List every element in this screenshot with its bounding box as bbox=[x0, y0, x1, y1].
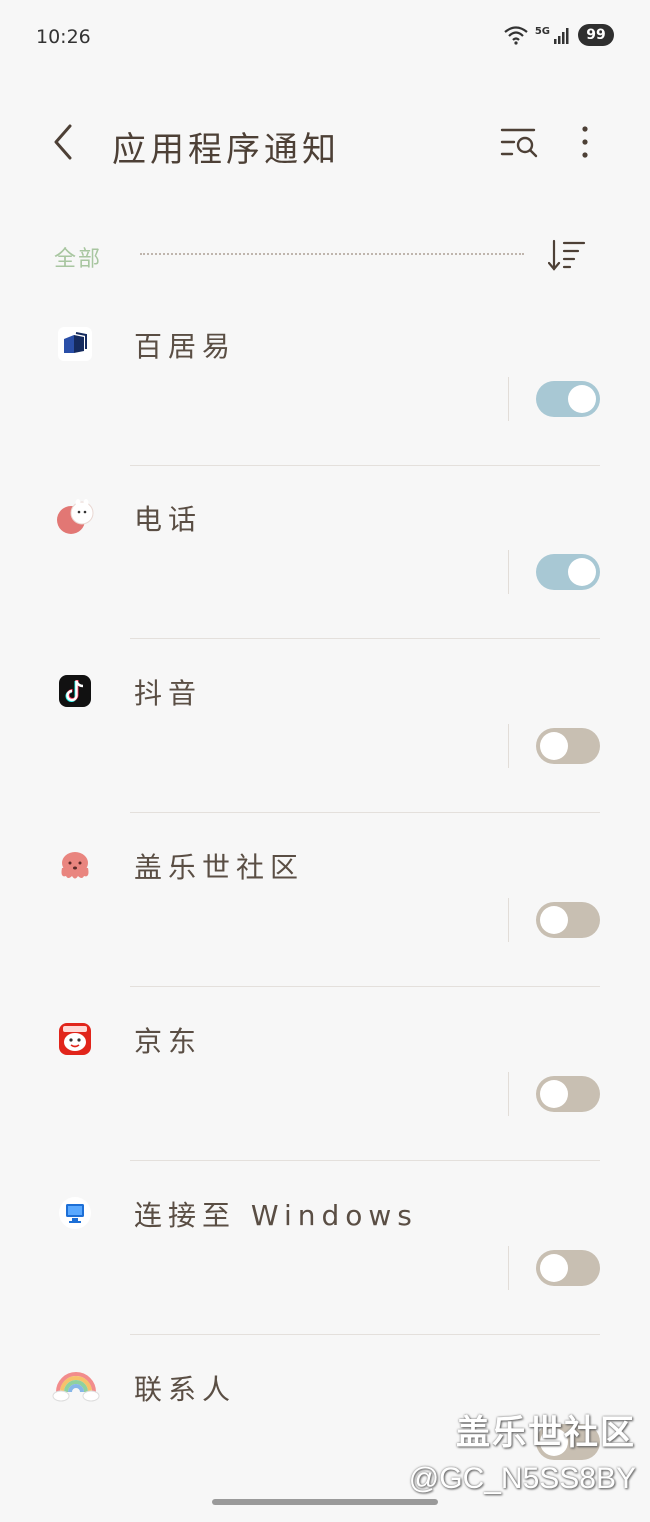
back-button[interactable] bbox=[48, 122, 78, 162]
app-name: 连接至 Windows bbox=[134, 1199, 418, 1232]
search-list-icon bbox=[500, 128, 538, 158]
row-divider bbox=[130, 638, 600, 639]
status-time: 10:26 bbox=[36, 26, 91, 48]
row-divider bbox=[130, 986, 600, 987]
sort-icon bbox=[547, 239, 586, 271]
notification-toggle[interactable] bbox=[536, 1076, 600, 1112]
app-row-jd[interactable]: 京东 bbox=[0, 1000, 650, 1174]
notification-toggle[interactable] bbox=[536, 1250, 600, 1286]
contacts-app-icon bbox=[52, 1366, 100, 1408]
notification-toggle[interactable] bbox=[536, 381, 600, 417]
back-icon bbox=[54, 124, 72, 160]
signal-icon bbox=[554, 28, 569, 44]
vertical-separator bbox=[508, 550, 509, 594]
toggle-knob bbox=[568, 558, 596, 586]
filter-dropdown-all[interactable]: 全部 bbox=[54, 241, 102, 273]
douyin-app-icon bbox=[54, 670, 96, 712]
row-divider bbox=[130, 812, 600, 813]
app-name: 京东 bbox=[134, 1025, 203, 1058]
vertical-separator bbox=[508, 1072, 509, 1116]
more-options-button[interactable] bbox=[563, 120, 607, 164]
row-divider bbox=[130, 1160, 600, 1161]
jd-app-icon bbox=[54, 1018, 96, 1060]
toggle-knob bbox=[540, 732, 568, 760]
app-name: 抖音 bbox=[134, 677, 203, 710]
galaxy-community-app-icon bbox=[54, 844, 96, 886]
app-row-baijuyi[interactable]: 百居易 bbox=[0, 305, 650, 479]
link-to-windows-app-icon bbox=[54, 1192, 96, 1234]
phone-app-icon bbox=[54, 496, 96, 538]
gesture-nav-bar[interactable] bbox=[212, 1499, 438, 1505]
app-row-galaxy-community[interactable]: 盖乐世社区 bbox=[0, 826, 650, 1000]
wifi-icon bbox=[504, 26, 528, 45]
vertical-separator bbox=[508, 377, 509, 421]
baijuyi-app-icon bbox=[54, 323, 96, 365]
battery-indicator: 99 bbox=[578, 24, 614, 46]
watermark-line2: @GC_N5SS8BY bbox=[408, 1462, 636, 1495]
app-row-link-to-windows[interactable]: 连接至 Windows bbox=[0, 1174, 650, 1348]
row-divider bbox=[130, 465, 600, 466]
app-row-phone[interactable]: 电话 bbox=[0, 478, 650, 652]
status-icons: 5G 99 bbox=[503, 24, 614, 46]
toggle-knob bbox=[568, 385, 596, 413]
vertical-separator bbox=[508, 898, 509, 942]
app-name: 电话 bbox=[134, 503, 203, 536]
filter-row: 全部 bbox=[54, 235, 599, 275]
toggle-knob bbox=[540, 1080, 568, 1108]
app-name: 百居易 bbox=[134, 330, 237, 363]
more-vert-icon bbox=[582, 126, 588, 158]
app-name: 盖乐世社区 bbox=[134, 851, 305, 884]
vertical-separator bbox=[508, 724, 509, 768]
row-divider bbox=[130, 1334, 600, 1335]
toggle-knob bbox=[540, 1254, 568, 1282]
app-header: 应用程序通知 bbox=[0, 100, 650, 190]
status-bar: 10:26 5G 99 bbox=[0, 0, 650, 70]
toggle-knob bbox=[540, 906, 568, 934]
search-button[interactable] bbox=[498, 120, 542, 164]
notification-toggle[interactable] bbox=[536, 554, 600, 590]
notification-toggle[interactable] bbox=[536, 902, 600, 938]
dotted-divider bbox=[140, 253, 524, 255]
watermark-line1: 盖乐世社区 bbox=[456, 1414, 636, 1452]
app-row-douyin[interactable]: 抖音 bbox=[0, 652, 650, 826]
watermark: 盖乐世社区 @GC_N5SS8BY bbox=[409, 1405, 636, 1496]
app-name: 联系人 bbox=[134, 1373, 237, 1406]
vertical-separator bbox=[508, 1246, 509, 1290]
sort-button[interactable] bbox=[547, 237, 588, 273]
notification-toggle[interactable] bbox=[536, 728, 600, 764]
page-title: 应用程序通知 bbox=[112, 130, 340, 170]
network-type-label: 5G bbox=[534, 25, 550, 37]
